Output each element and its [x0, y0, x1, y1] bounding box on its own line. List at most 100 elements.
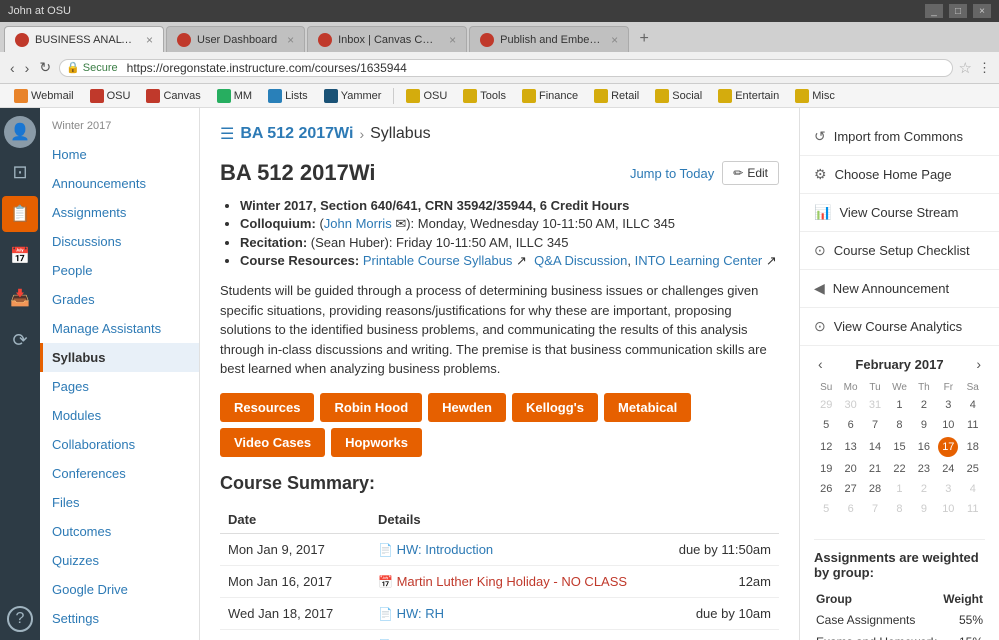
calendar-day[interactable]: 11 [961, 415, 985, 435]
sidebar-icon-commons[interactable]: ⟳ [2, 322, 38, 358]
calendar-day[interactable]: 19 [814, 459, 838, 479]
sidebar-icon-dashboard[interactable]: ⊡ [2, 154, 38, 190]
user-avatar[interactable]: 👤 [4, 116, 36, 148]
calendar-day[interactable]: 7 [863, 499, 887, 519]
calendar-day[interactable]: 5 [814, 415, 838, 435]
into-link[interactable]: INTO Learning Center [635, 253, 763, 268]
info-button[interactable]: ⋮ [978, 60, 991, 76]
calendar-day[interactable]: 5 [814, 499, 838, 519]
calendar-day[interactable]: 1 [887, 479, 911, 499]
bookmark-retail[interactable]: Retail [588, 88, 645, 104]
instructor-link[interactable]: John Morris [324, 216, 392, 231]
calendar-day[interactable]: 20 [838, 459, 862, 479]
sidebar-icon-help[interactable]: ? [7, 606, 33, 632]
bookmark-yammer[interactable]: Yammer [318, 88, 388, 104]
calendar-day[interactable]: 27 [838, 479, 862, 499]
breadcrumb-course-link[interactable]: BA 512 2017Wi [240, 125, 353, 143]
new-announcement-button[interactable]: ◀ New Announcement [800, 270, 999, 308]
calendar-day[interactable]: 21 [863, 459, 887, 479]
tab-1[interactable]: BUSINESS ANALYSIS AN... × [4, 26, 164, 52]
calendar-day[interactable]: 7 [863, 415, 887, 435]
view-course-stream-button[interactable]: 📊 View Course Stream [800, 194, 999, 232]
bookmark-mm[interactable]: MM [211, 88, 258, 104]
nav-grades[interactable]: Grades [40, 285, 199, 314]
edit-button[interactable]: ✏ Edit [722, 161, 779, 185]
calendar-day[interactable]: 4 [961, 479, 985, 499]
bookmark-webmail[interactable]: Webmail [8, 88, 80, 104]
calendar-day[interactable]: 11 [961, 499, 985, 519]
hopworks-button[interactable]: Hopworks [331, 428, 422, 457]
calendar-day[interactable]: 9 [912, 499, 936, 519]
tab-4-close[interactable]: × [611, 33, 618, 47]
back-button[interactable]: ‹ [8, 60, 17, 76]
calendar-day[interactable]: 9 [912, 415, 936, 435]
kelloggs-button[interactable]: Kellogg's [512, 393, 598, 422]
assignment-link[interactable]: HW: Introduction [397, 542, 494, 557]
nav-files[interactable]: Files [40, 488, 199, 517]
course-setup-checklist-button[interactable]: ⊙ Course Setup Checklist [800, 232, 999, 270]
menu-icon[interactable]: ☰ [220, 124, 234, 144]
import-commons-button[interactable]: ↺ Import from Commons [800, 118, 999, 156]
nav-quizzes[interactable]: Quizzes [40, 546, 199, 575]
reload-button[interactable]: ↻ [37, 59, 53, 76]
bookmark-finance[interactable]: Finance [516, 88, 584, 104]
nav-modules[interactable]: Modules [40, 401, 199, 430]
robin-hood-button[interactable]: Robin Hood [320, 393, 422, 422]
calendar-day[interactable]: 4 [961, 395, 985, 415]
bookmark-star-button[interactable]: ☆ [959, 59, 972, 77]
nav-assignments[interactable]: Assignments [40, 198, 199, 227]
calendar-day[interactable]: 31 [863, 395, 887, 415]
calendar-day[interactable]: 10 [936, 499, 960, 519]
calendar-day[interactable]: 24 [936, 459, 960, 479]
nav-people[interactable]: People [40, 256, 199, 285]
nav-settings[interactable]: Settings [40, 604, 199, 633]
calendar-day[interactable]: 13 [838, 435, 862, 459]
calendar-day[interactable]: 3 [936, 479, 960, 499]
minimize-button[interactable]: _ [925, 4, 943, 18]
choose-homepage-button[interactable]: ⚙ Choose Home Page [800, 156, 999, 194]
nav-collaborations[interactable]: Collaborations [40, 430, 199, 459]
calendar-next-button[interactable]: › [972, 356, 985, 372]
assignment-link[interactable]: HW: RH [397, 606, 444, 621]
resources-button[interactable]: Resources [220, 393, 314, 422]
window-controls[interactable]: _ □ × [925, 4, 991, 18]
maximize-button[interactable]: □ [949, 4, 967, 18]
assignment-link[interactable]: Martin Luther King Holiday - NO CLASS [397, 574, 627, 589]
calendar-day[interactable]: 22 [887, 459, 911, 479]
jump-today-link[interactable]: Jump to Today [630, 166, 714, 181]
calendar-day[interactable]: 2 [912, 395, 936, 415]
nav-home[interactable]: Home [40, 140, 199, 169]
metabical-button[interactable]: Metabical [604, 393, 691, 422]
syllabus-pdf-link[interactable]: Printable Course Syllabus [363, 253, 513, 268]
tab-2-close[interactable]: × [287, 33, 294, 47]
close-button[interactable]: × [973, 4, 991, 18]
calendar-day[interactable]: 26 [814, 479, 838, 499]
calendar-day[interactable]: 16 [912, 435, 936, 459]
calendar-prev-button[interactable]: ‹ [814, 356, 827, 372]
sidebar-icon-courses[interactable]: 📋 [2, 196, 38, 232]
nav-announcements[interactable]: Announcements [40, 169, 199, 198]
calendar-day[interactable]: 23 [912, 459, 936, 479]
calendar-day[interactable]: 29 [814, 395, 838, 415]
new-tab-button[interactable]: + [631, 26, 657, 52]
address-field[interactable]: 🔒 Secure https://oregonstate.instructure… [59, 59, 952, 77]
nav-manage-assistants[interactable]: Manage Assistants [40, 314, 199, 343]
forward-button[interactable]: › [23, 60, 32, 76]
tab-2[interactable]: User Dashboard × [166, 26, 305, 52]
calendar-day[interactable]: 2 [912, 479, 936, 499]
view-course-analytics-button[interactable]: ⊙ View Course Analytics [800, 308, 999, 346]
nav-conferences[interactable]: Conferences [40, 459, 199, 488]
nav-syllabus[interactable]: Syllabus [40, 343, 199, 372]
bookmark-osu-2[interactable]: OSU [400, 88, 453, 104]
bookmark-osu-1[interactable]: OSU [84, 88, 137, 104]
tab-1-close[interactable]: × [146, 33, 153, 47]
bookmark-tools[interactable]: Tools [457, 88, 512, 104]
nav-discussions[interactable]: Discussions [40, 227, 199, 256]
calendar-day[interactable]: 3 [936, 395, 960, 415]
calendar-day[interactable]: 6 [838, 415, 862, 435]
bookmark-lists[interactable]: Lists [262, 88, 314, 104]
calendar-day[interactable]: 12 [814, 435, 838, 459]
sidebar-icon-calendar[interactable]: 📅 [2, 238, 38, 274]
calendar-day[interactable]: 30 [838, 395, 862, 415]
calendar-day[interactable]: 18 [961, 435, 985, 459]
